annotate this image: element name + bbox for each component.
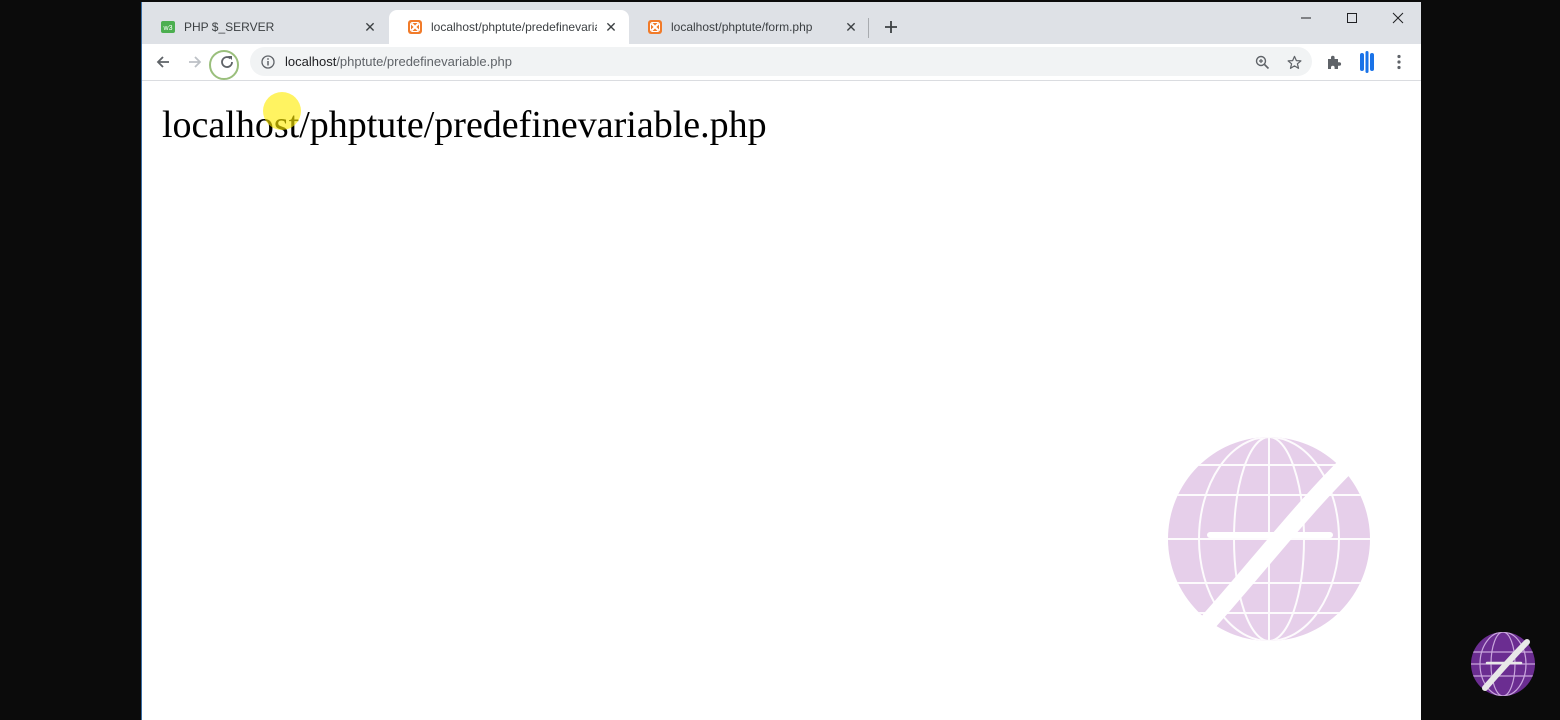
close-window-button[interactable] [1375,2,1421,34]
tab-predefinevariable[interactable]: localhost/phptute/predefinevariable.php … [389,10,629,44]
maximize-icon [1347,13,1357,23]
xampp-favicon-icon [407,19,423,35]
arrow-right-icon [189,56,202,68]
menu-button[interactable] [1385,48,1413,76]
svg-text:w3: w3 [163,25,173,32]
extensions-button[interactable] [1320,48,1348,76]
page-heading: localhost/phptute/predefinevariable.php [162,104,767,146]
maximize-button[interactable] [1329,2,1375,34]
star-icon [1287,55,1301,69]
url-path: /phptute/predefinevariable.php [336,54,512,69]
tab-form[interactable]: localhost/phptute/form.php ✕ [629,10,869,44]
close-icon[interactable]: ✕ [843,19,859,36]
click-indicator [209,50,239,80]
w3schools-favicon-icon: w3 [160,19,176,35]
close-icon[interactable]: ✕ [603,19,619,36]
url-host: localhost [285,54,337,69]
profile-extension-icon [1360,51,1374,73]
minimize-icon [1301,17,1311,19]
puzzle-icon [1328,55,1342,69]
profile-avatar[interactable] [1353,48,1381,76]
xampp-favicon-icon [647,19,663,35]
minimize-button[interactable] [1283,2,1329,34]
more-vertical-icon [1397,54,1401,70]
tab-separator [868,18,869,38]
tab-title: localhost/phptute/predefinevariable.php [431,20,597,34]
info-icon[interactable] [260,54,276,70]
address-bar[interactable]: localhost/phptute/predefinevariable.php [250,47,1312,76]
close-icon [1392,12,1404,24]
channel-logo-icon [1471,632,1535,696]
close-icon[interactable]: ✕ [362,19,378,36]
url-text: localhost/phptute/predefinevariable.php [285,54,512,69]
new-tab-button[interactable] [878,14,904,40]
plus-icon [885,21,897,33]
tab-title: PHP $_SERVER [184,20,275,34]
tab-title: localhost/phptute/form.php [671,20,813,34]
tab-strip: w3 PHP $_SERVER ✕ localhost/phptute/pred… [142,2,1421,44]
browser-toolbar: localhost/phptute/predefinevariable.php [142,44,1421,81]
zoom-button[interactable] [1248,48,1276,76]
zoom-icon [1255,55,1269,69]
cursor-highlight [263,92,301,130]
back-button[interactable] [149,48,177,76]
arrow-left-icon [156,56,169,68]
forward-button[interactable] [181,48,209,76]
tab-php-server[interactable]: w3 PHP $_SERVER ✕ [142,10,388,44]
globe-watermark-icon [1168,437,1370,641]
bookmark-star-button[interactable] [1280,48,1308,76]
